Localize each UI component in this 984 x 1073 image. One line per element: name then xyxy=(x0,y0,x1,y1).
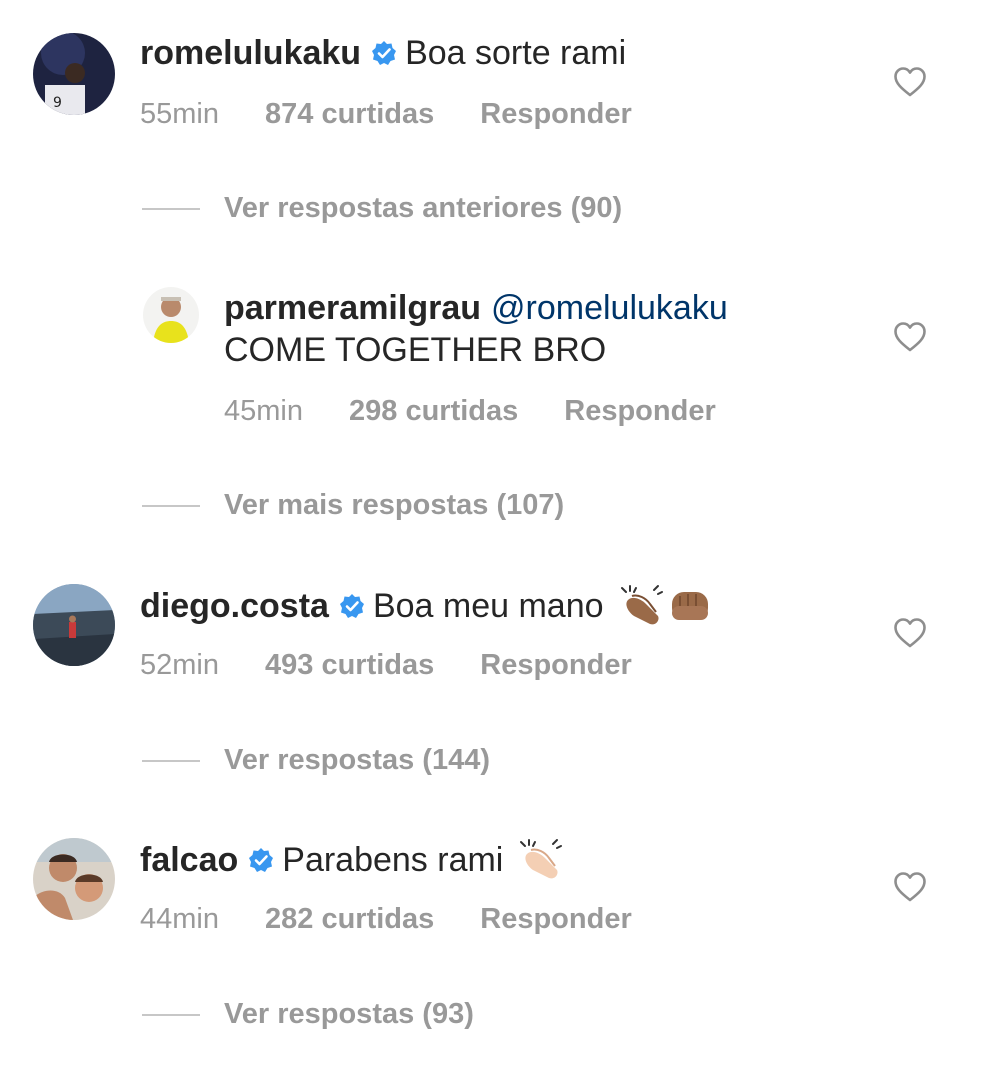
comment-text: Boa sorte rami xyxy=(405,34,627,72)
comment-likes[interactable]: 874 curtidas xyxy=(265,98,434,131)
divider xyxy=(142,759,200,762)
avatar[interactable]: 9 xyxy=(33,33,115,115)
reply-button[interactable]: Responder xyxy=(480,98,631,131)
avatar[interactable] xyxy=(33,838,115,920)
mention-link[interactable]: @romelulukaku xyxy=(491,288,728,328)
view-replies-label: Ver respostas (144) xyxy=(224,744,490,776)
reply-button[interactable]: Responder xyxy=(564,395,715,428)
comment-time: 55min xyxy=(140,98,219,130)
view-replies-link[interactable]: Ver respostas anteriores (90) xyxy=(142,192,622,225)
view-replies-label: Ver respostas (93) xyxy=(224,998,474,1030)
comment-text: COME TOGETHER BRO xyxy=(224,331,607,369)
comment-text: Boa meu mano xyxy=(372,587,604,625)
verified-badge-icon xyxy=(371,40,397,66)
view-replies-label: Ver mais respostas (107) xyxy=(224,489,565,521)
heart-icon[interactable] xyxy=(893,321,927,353)
comment-text: Parabens rami xyxy=(282,841,504,879)
heart-icon[interactable] xyxy=(893,617,927,649)
comment-likes[interactable]: 298 curtidas xyxy=(349,395,518,428)
svg-text:9: 9 xyxy=(53,95,62,111)
view-replies-label: Ver respostas anteriores (90) xyxy=(224,192,623,224)
verified-badge-icon xyxy=(339,593,365,619)
fist-bump-emoji xyxy=(668,586,714,626)
divider xyxy=(142,207,200,210)
heart-icon[interactable] xyxy=(893,871,927,903)
comment-username[interactable]: falcao xyxy=(140,840,238,880)
view-replies-link[interactable]: Ver mais respostas (107) xyxy=(142,489,564,522)
reply-button[interactable]: Responder xyxy=(480,649,631,682)
reply-button[interactable]: Responder xyxy=(480,903,631,936)
divider xyxy=(142,504,200,507)
clapping-hands-emoji xyxy=(515,838,563,882)
comment-username[interactable]: parmeramilgrau xyxy=(224,288,481,328)
comment-time: 44min xyxy=(140,903,219,935)
divider xyxy=(142,1013,200,1016)
comment-time: 52min xyxy=(140,649,219,681)
clapping-hands-emoji xyxy=(616,584,664,628)
avatar[interactable] xyxy=(33,584,115,666)
comment-time: 45min xyxy=(224,395,303,427)
heart-icon[interactable] xyxy=(893,66,927,98)
comment-username[interactable]: romelulukaku xyxy=(140,33,361,73)
comment-likes[interactable]: 493 curtidas xyxy=(265,649,434,682)
verified-badge-icon xyxy=(248,847,274,873)
comment-likes[interactable]: 282 curtidas xyxy=(265,903,434,936)
avatar[interactable] xyxy=(143,287,199,343)
view-replies-link[interactable]: Ver respostas (144) xyxy=(142,744,490,777)
view-replies-link[interactable]: Ver respostas (93) xyxy=(142,998,474,1031)
comment-username[interactable]: diego.costa xyxy=(140,586,329,626)
